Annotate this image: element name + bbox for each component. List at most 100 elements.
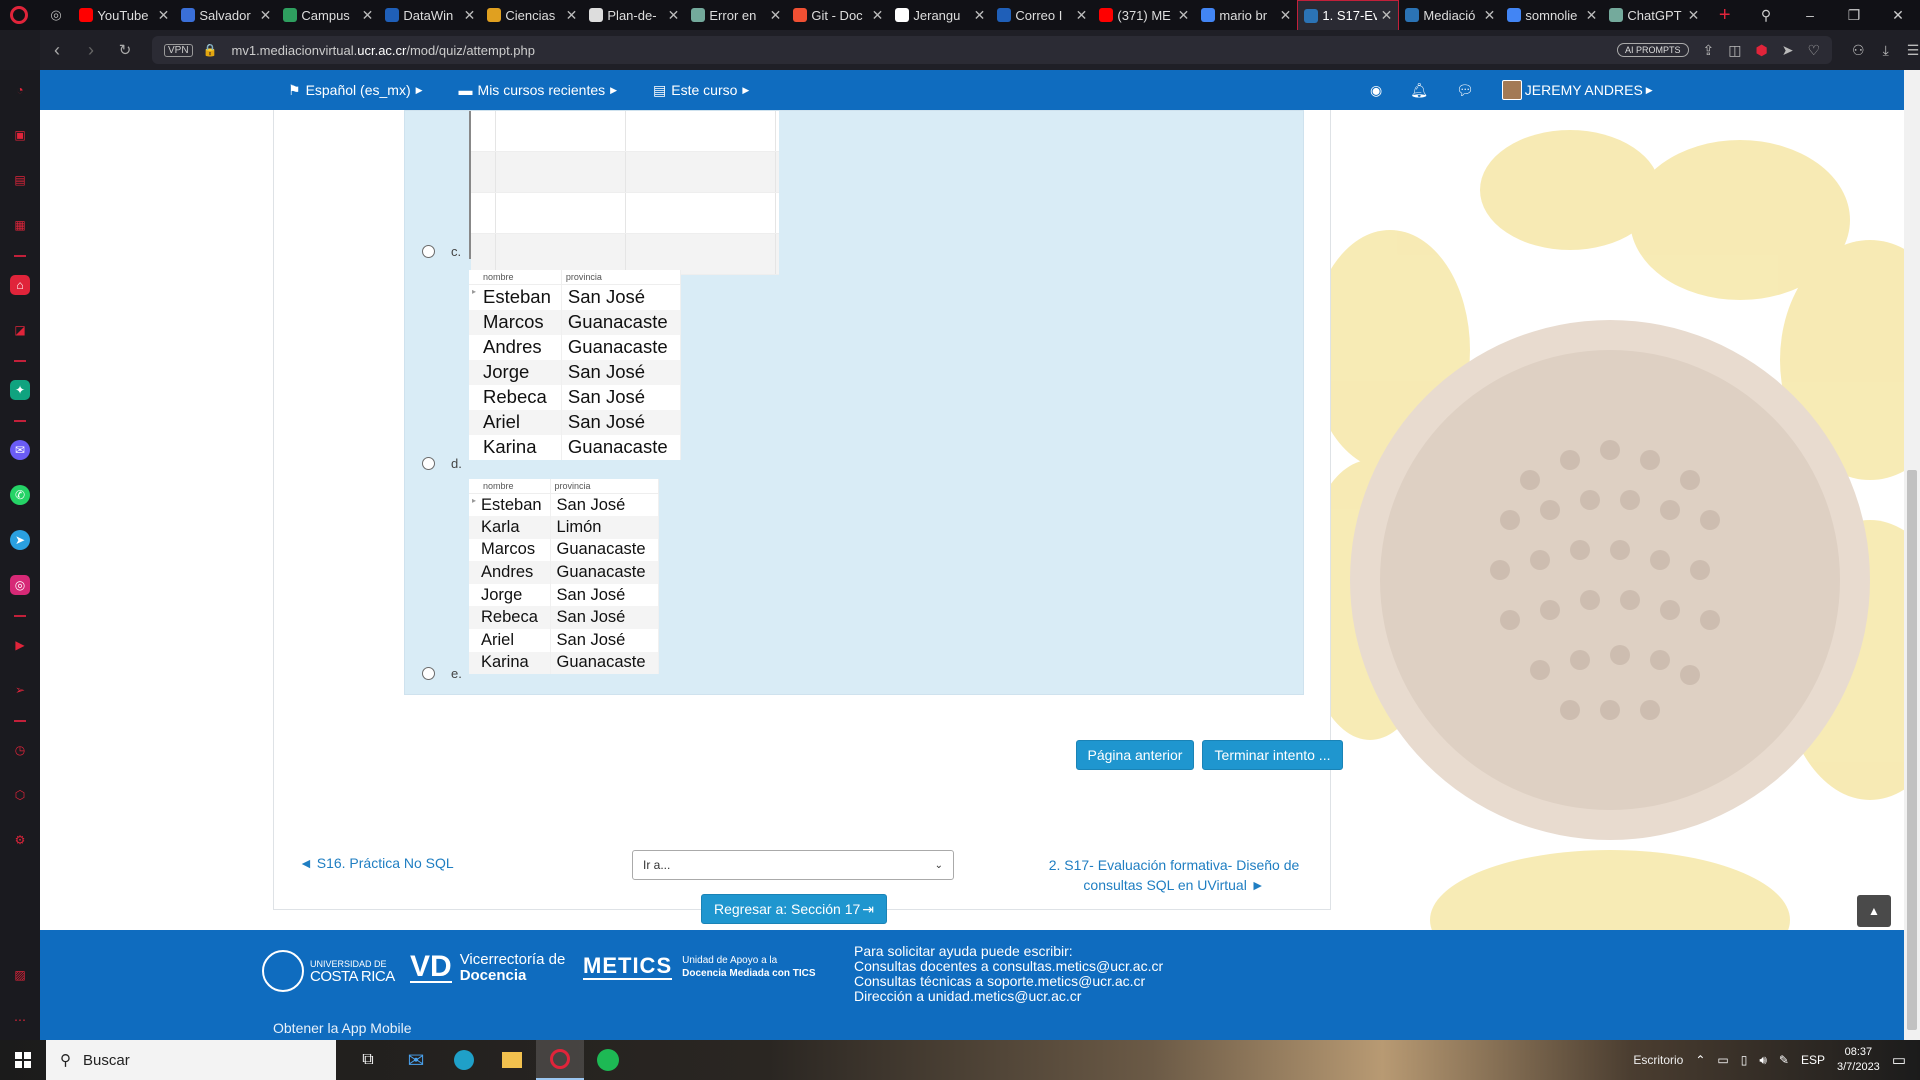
- url-text[interactable]: mv1.mediacionvirtual.ucr.ac.cr/mod/quiz/…: [232, 43, 535, 58]
- history-icon[interactable]: ◷: [10, 740, 30, 760]
- language-menu[interactable]: ⚑ Español (es_mx) ▶: [288, 82, 423, 99]
- recent-courses-menu[interactable]: ▬ Mis cursos recientes ▶: [459, 82, 618, 98]
- shopping-icon[interactable]: ▣: [10, 125, 30, 145]
- close-tab-icon[interactable]: ✕: [1381, 7, 1393, 24]
- opera-menu-icon[interactable]: [0, 0, 39, 30]
- close-tab-icon[interactable]: ✕: [668, 7, 680, 24]
- close-tab-icon[interactable]: ✕: [260, 7, 272, 24]
- browser-tab[interactable]: Correo I ✕: [991, 0, 1093, 30]
- new-tab-button[interactable]: +: [1705, 4, 1744, 27]
- gallery-icon[interactable]: ▨: [10, 965, 30, 985]
- opera-taskbar-icon[interactable]: [536, 1040, 584, 1080]
- toggle-icon[interactable]: ◉: [1370, 82, 1382, 99]
- home-icon[interactable]: ⌂: [10, 275, 30, 295]
- browser-tab[interactable]: Ciencias ✕: [481, 0, 583, 30]
- whatsapp-icon[interactable]: ✆: [10, 485, 30, 505]
- browser-tab[interactable]: YouTube ✕: [73, 0, 175, 30]
- messenger-icon[interactable]: ✉: [10, 440, 30, 460]
- settings-icon[interactable]: ⚙: [10, 830, 30, 850]
- page-scrollbar[interactable]: [1904, 70, 1920, 1040]
- next-activity-link[interactable]: 2. S17- Evaluación formativa- Diseño de …: [1024, 855, 1324, 895]
- option-e-radio[interactable]: [422, 667, 435, 680]
- jump-to-select[interactable]: Ir a... ⌄: [632, 850, 954, 880]
- browser-tab[interactable]: Plan-de- ✕: [583, 0, 685, 30]
- ai-prompts-button[interactable]: AI PROMPTS: [1616, 43, 1689, 57]
- technical-contact[interactable]: Consultas técnicas a soporte.metics@ucr.…: [854, 974, 1163, 989]
- return-to-section-button[interactable]: Regresar a: Sección 17 ⇥: [701, 894, 887, 924]
- browser-tab[interactable]: Salvador ✕: [175, 0, 277, 30]
- share-icon[interactable]: ⇪: [1703, 42, 1715, 59]
- show-hidden-icons-icon[interactable]: ⌃: [1695, 1053, 1705, 1067]
- vpn-badge[interactable]: VPN: [164, 43, 193, 57]
- previous-activity-link[interactable]: ◄ S16. Práctica No SQL: [299, 855, 454, 871]
- camera-icon[interactable]: ◫: [1728, 42, 1741, 59]
- this-course-menu[interactable]: ▤ Este curso ▶: [653, 82, 749, 99]
- instagram-icon[interactable]: ◎: [10, 575, 30, 595]
- chatgpt-icon[interactable]: ✦: [10, 380, 30, 400]
- browser-tab[interactable]: ChatGPT ✕: [1603, 0, 1705, 30]
- browser-tab[interactable]: somnolie ✕: [1501, 0, 1603, 30]
- back-to-top-button[interactable]: ▲: [1857, 895, 1891, 927]
- close-tab-icon[interactable]: ✕: [974, 7, 986, 24]
- file-explorer-icon[interactable]: [488, 1040, 536, 1080]
- send-icon[interactable]: ➤: [1782, 42, 1794, 59]
- mail-icon[interactable]: ✉: [392, 1040, 440, 1080]
- download-icon[interactable]: ⤓: [1883, 42, 1889, 59]
- browser-tab[interactable]: Campus ✕: [277, 0, 379, 30]
- restore-button[interactable]: ❐: [1832, 7, 1876, 24]
- notifications-bell-icon[interactable]: 🔔︎: [1410, 82, 1428, 99]
- close-tab-icon[interactable]: ✕: [1484, 7, 1496, 24]
- close-tab-icon[interactable]: ✕: [362, 7, 374, 24]
- flow-icon[interactable]: ➢: [10, 680, 30, 700]
- browser-tab[interactable]: Jerangu ✕: [889, 0, 991, 30]
- close-tab-icon[interactable]: ✕: [464, 7, 476, 24]
- notifications-icon[interactable]: ▭: [1892, 1051, 1906, 1069]
- messages-icon[interactable]: 💬︎: [1456, 82, 1474, 99]
- easy-setup-icon[interactable]: ☰: [1907, 42, 1920, 59]
- lock-icon[interactable]: 🔒: [203, 43, 218, 57]
- extensions-icon[interactable]: ⬡: [10, 785, 30, 805]
- profile-icon[interactable]: ⚇: [1852, 42, 1865, 59]
- browser-tab[interactable]: (371) ME ✕: [1093, 0, 1195, 30]
- close-window-button[interactable]: ✕: [1876, 7, 1920, 24]
- clock[interactable]: 08:37 3/7/2023: [1837, 1045, 1880, 1075]
- option-c-radio[interactable]: [422, 245, 435, 258]
- close-tab-icon[interactable]: ✕: [1688, 7, 1700, 24]
- games-icon[interactable]: ◪: [10, 320, 30, 340]
- option-d-radio[interactable]: [422, 457, 435, 470]
- crypto-wallet-icon[interactable]: ▦: [10, 215, 30, 235]
- user-menu[interactable]: JEREMY ANDRES ▶: [1501, 80, 1653, 100]
- back-button[interactable]: ‹: [40, 40, 74, 61]
- desktop-label[interactable]: Escritorio: [1633, 1053, 1683, 1067]
- input-language[interactable]: ESP: [1801, 1053, 1825, 1067]
- forward-button[interactable]: ›: [74, 40, 108, 61]
- browser-tab[interactable]: Mediació ✕: [1399, 0, 1501, 30]
- browser-tab[interactable]: Error en ✕: [685, 0, 787, 30]
- reload-button[interactable]: ↻: [108, 41, 142, 59]
- task-view-icon[interactable]: ⧉: [344, 1040, 392, 1080]
- browser-tab[interactable]: 1. S17-Ev ✕: [1297, 0, 1400, 30]
- search-tabs-icon[interactable]: ⚲: [1744, 7, 1788, 24]
- direction-contact[interactable]: Dirección a unidad.metics@ucr.ac.cr: [854, 989, 1163, 1004]
- close-tab-icon[interactable]: ✕: [566, 7, 578, 24]
- previous-page-button[interactable]: Página anterior: [1076, 740, 1194, 770]
- mobile-app-link[interactable]: Obtener la App Mobile: [273, 1020, 412, 1036]
- close-tab-icon[interactable]: ✕: [1178, 7, 1190, 24]
- speed-dial-icon[interactable]: ◔: [10, 80, 30, 100]
- gamepad-icon[interactable]: ◎: [39, 0, 74, 30]
- edge-icon[interactable]: [440, 1040, 488, 1080]
- answer-option-c[interactable]: c.: [405, 111, 1005, 275]
- finish-attempt-button[interactable]: Terminar intento ...: [1202, 740, 1343, 770]
- volume-icon[interactable]: 🔊︎: [1759, 1053, 1767, 1068]
- close-tab-icon[interactable]: ✕: [770, 7, 782, 24]
- spotify-icon[interactable]: [584, 1040, 632, 1080]
- twitch-icon[interactable]: ▤: [10, 170, 30, 190]
- taskbar-search[interactable]: ⚲ Buscar: [46, 1040, 336, 1080]
- network-icon[interactable]: ▯: [1741, 1053, 1748, 1067]
- browser-tab[interactable]: mario br ✕: [1195, 0, 1297, 30]
- close-tab-icon[interactable]: ✕: [872, 7, 884, 24]
- minimize-button[interactable]: –: [1788, 7, 1832, 24]
- telegram-icon[interactable]: ➤: [10, 530, 30, 550]
- heart-icon[interactable]: ♡: [1807, 42, 1820, 59]
- meet-now-icon[interactable]: ▭: [1717, 1053, 1728, 1067]
